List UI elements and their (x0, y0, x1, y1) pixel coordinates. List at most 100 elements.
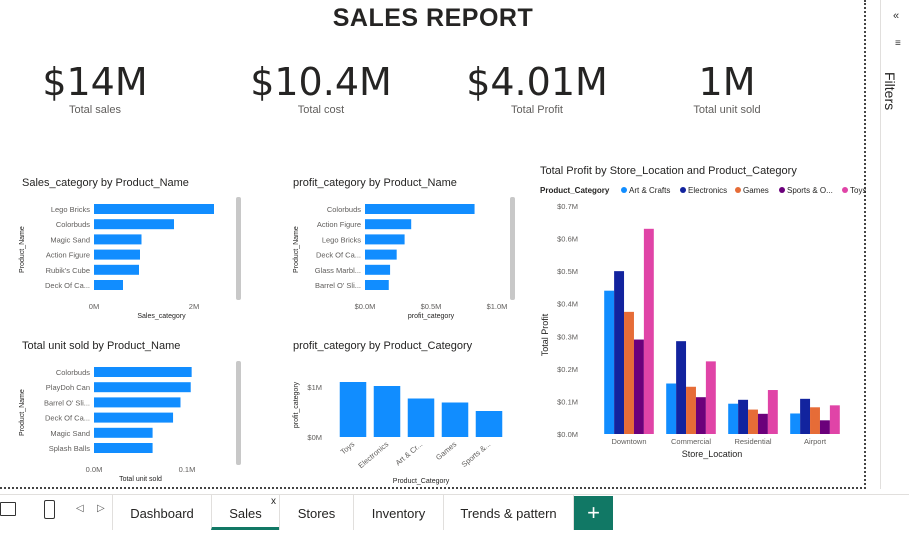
category-label: Glass Marbl... (315, 266, 361, 275)
desktop-view-icon[interactable] (0, 502, 16, 516)
category-label: Magic Sand (50, 235, 90, 244)
category-label: Colorbuds (56, 220, 90, 229)
legend-marker (680, 187, 686, 193)
category-label: Lego Bricks (51, 205, 90, 214)
x-axis-label: Product_Category (393, 478, 450, 485)
close-tab-icon[interactable]: x (271, 483, 276, 521)
sales-by-product-chart[interactable]: Lego Bricks Colorbuds Magic Sand Action Fig… (14, 196, 239, 326)
bar (475, 411, 503, 437)
profit-by-store-chart[interactable]: Product_Category Art & Crafts Electronics G… (536, 180, 866, 465)
legend-item: Sports & O... (787, 186, 833, 195)
chart-scrollbar[interactable] (510, 197, 515, 300)
kpi-card-total-sales[interactable]: $14M Total sales (0, 60, 190, 116)
bar (676, 341, 687, 434)
filters-label[interactable]: Filters (882, 72, 898, 110)
chart-scrollbar[interactable] (236, 197, 241, 300)
x-tick-label: 2M (189, 302, 199, 311)
bar (810, 407, 820, 434)
profit-by-product-chart[interactable]: Colorbuds Action Figure Lego Bricks Deck Of… (288, 196, 516, 326)
bar (624, 311, 634, 434)
bar (666, 383, 677, 434)
bar (365, 219, 412, 230)
x-tick-label: 0M (89, 302, 99, 311)
chart-scrollbar[interactable] (236, 361, 241, 465)
bar (757, 413, 768, 434)
collapse-chevron-icon[interactable]: « (893, 10, 899, 22)
units-by-product-chart[interactable]: Colorbuds PlayDoh Can Barrel O' Sli... Deck… (14, 360, 239, 488)
mobile-view-icon[interactable] (44, 500, 55, 519)
tab-label: Sales (229, 506, 262, 521)
y-tick-label: $0.1M (557, 397, 578, 406)
tab-dashboard[interactable]: Dashboard (112, 495, 211, 530)
y-tick-label: $0.0M (557, 430, 578, 439)
category-label: Deck Of Ca... (45, 414, 90, 423)
page-title: SALES REPORT (332, 4, 534, 32)
category-label: Deck Of Ca... (316, 251, 361, 260)
category-label: Residential (734, 437, 771, 446)
category-label: Airport (804, 437, 827, 446)
bar (686, 386, 696, 434)
bar (94, 280, 123, 290)
x-axis-label: Sales_category (137, 313, 186, 320)
category-label: Sports &... (460, 440, 493, 469)
y-tick-label: $1M (307, 383, 322, 392)
bar (705, 361, 716, 434)
bar (94, 249, 140, 260)
filter-icon: ≡ (895, 38, 901, 49)
tab-stores[interactable]: Stores (279, 495, 353, 530)
bar (643, 228, 654, 434)
bar (800, 398, 811, 434)
tab-inventory[interactable]: Inventory (353, 495, 443, 530)
y-tick-label: $0.2M (557, 365, 578, 374)
category-label: Colorbuds (56, 368, 90, 377)
kpi-card-total-cost[interactable]: $10.4M Total cost (226, 60, 416, 116)
kpi-card-total-profit[interactable]: $4.01M Total Profit (442, 60, 632, 116)
category-label: Commercial (671, 437, 711, 446)
kpi-card-total-unit-sold[interactable]: 1M Total unit sold (632, 60, 822, 116)
y-tick-label: $0.3M (557, 332, 578, 341)
category-label: Splash Balls (49, 444, 91, 453)
x-tick-label: 0.0M (86, 465, 103, 474)
chart-title: Total unit sold by Product_Name (22, 340, 181, 352)
kpi-label: Total cost (297, 104, 345, 116)
profit-by-category-chart[interactable]: $0M $1M Toys Electronics Art & Cr... Games Spo… (288, 360, 516, 488)
previous-page-icon[interactable]: ◁ (76, 503, 84, 514)
page-tab-bar: ◁ ▷ Dashboard Sales x Stores Inventory Tr… (0, 494, 909, 531)
legend-title: Product_Category (540, 186, 610, 195)
kpi-value: $14M (42, 60, 148, 104)
bar (790, 413, 801, 434)
bar (339, 382, 367, 437)
tab-label: Inventory (371, 506, 426, 521)
kpi-label: Total sales (69, 104, 121, 116)
tab-sales[interactable]: Sales x (211, 495, 279, 530)
category-label: Barrel O' Sli... (315, 281, 361, 290)
category-label: Toys (339, 439, 357, 456)
filters-pane[interactable]: « ≡ Filters (880, 0, 909, 489)
kpi-value: $4.01M (466, 60, 608, 104)
x-tick-label: $1.0M (487, 302, 508, 311)
legend-marker (842, 187, 848, 193)
y-axis-label: Total Profit (540, 313, 550, 356)
bar (365, 264, 391, 275)
category-label: Downtown (611, 437, 646, 446)
kpi-value: 1M (698, 60, 756, 104)
category-label: Games (434, 439, 458, 462)
y-tick-label: $0.7M (557, 202, 578, 211)
x-tick-label: $0.0M (355, 302, 376, 311)
bar (614, 271, 625, 434)
bar (695, 397, 706, 434)
category-label: Magic Sand (50, 429, 90, 438)
category-label: PlayDoh Can (46, 383, 90, 392)
y-tick-label: $0.4M (557, 300, 578, 309)
x-axis-label: profit_category (408, 313, 455, 320)
bar (748, 409, 758, 434)
bar (94, 234, 142, 245)
next-page-icon[interactable]: ▷ (97, 503, 105, 514)
tab-label: Trends & pattern (460, 506, 557, 521)
category-label: Art & Cr... (394, 440, 425, 468)
y-axis-label: Product_Name (19, 389, 26, 436)
chart-title: Sales_category by Product_Name (22, 177, 189, 189)
tab-trends-pattern[interactable]: Trends & pattern (443, 495, 574, 530)
x-tick-label: 0.1M (179, 465, 196, 474)
add-page-button[interactable]: + (574, 496, 613, 530)
